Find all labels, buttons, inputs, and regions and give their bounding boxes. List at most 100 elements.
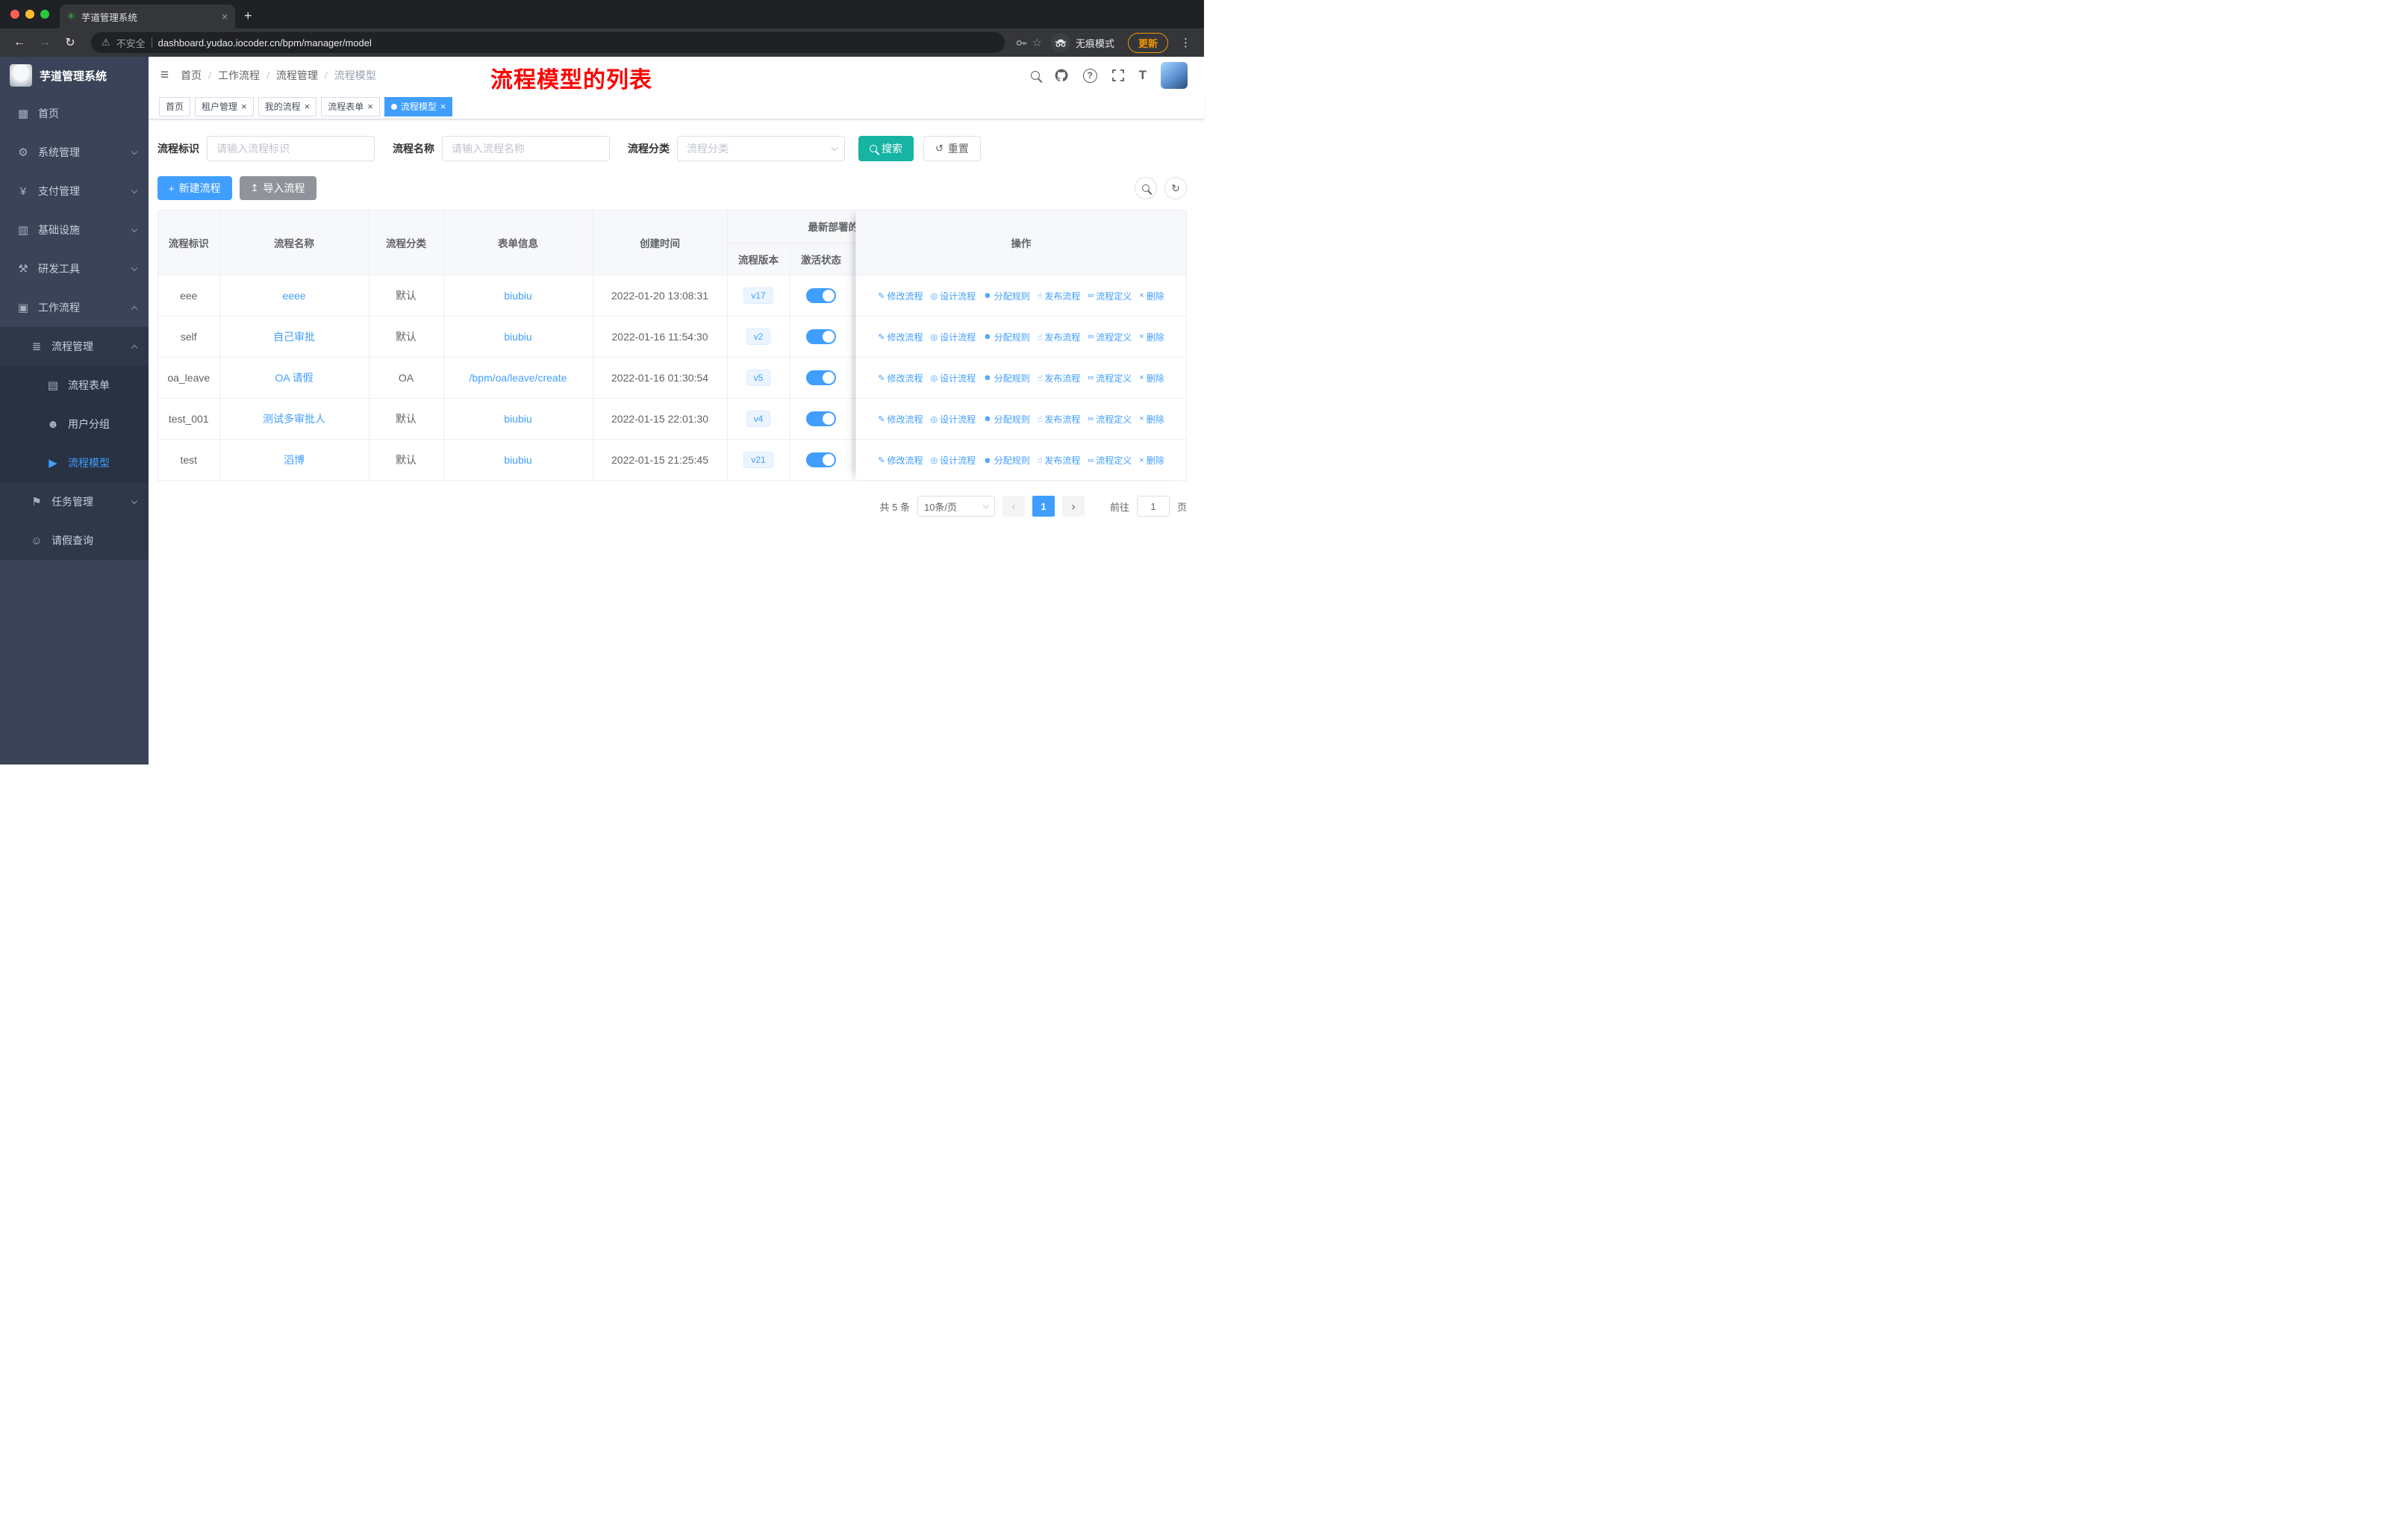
reset-button[interactable]: ↺ 重置 [923, 136, 981, 161]
breadcrumb-item[interactable]: 首页 [181, 68, 202, 83]
create-process-button[interactable]: + 新建流程 [157, 176, 232, 200]
sidebar-item-user-group[interactable]: ☻ 用户分组 [0, 405, 149, 443]
user-avatar[interactable] [1161, 62, 1188, 89]
active-toggle[interactable] [806, 287, 836, 303]
form-link[interactable]: biubiu [504, 454, 531, 466]
publish-process-link[interactable]: ☝ 发布流程 [1038, 331, 1081, 343]
process-name-link[interactable]: OA 请假 [275, 372, 313, 384]
publish-process-link[interactable]: ☝ 发布流程 [1038, 413, 1081, 426]
current-page-button[interactable]: 1 [1032, 496, 1055, 517]
design-process-link[interactable]: ◎ 设计流程 [930, 413, 976, 426]
active-toggle[interactable] [806, 328, 836, 344]
sidebar-item-process-form[interactable]: ▤ 流程表单 [0, 366, 149, 405]
process-definition-link[interactable]: ∞ 流程定义 [1088, 372, 1132, 384]
process-definition-link[interactable]: ∞ 流程定义 [1088, 413, 1132, 426]
help-icon[interactable]: ? [1082, 68, 1097, 83]
assign-rule-link[interactable]: ☻ 分配规则 [983, 454, 1030, 467]
process-name-input[interactable] [442, 136, 610, 161]
assign-rule-link[interactable]: ☻ 分配规则 [983, 290, 1030, 302]
process-name-link[interactable]: 自己审批 [273, 331, 315, 343]
design-process-link[interactable]: ◎ 设计流程 [930, 372, 976, 384]
modify-process-link[interactable]: ✎ 修改流程 [878, 413, 923, 426]
tab-my-process[interactable]: 我的流程 × [258, 96, 317, 116]
form-link[interactable]: biubiu [504, 413, 531, 425]
close-icon[interactable]: × [367, 101, 373, 112]
publish-process-link[interactable]: ☝ 发布流程 [1038, 290, 1081, 302]
hamburger-icon[interactable]: ≡ [160, 67, 169, 84]
update-button[interactable]: 更新 [1127, 32, 1168, 53]
refresh-button[interactable]: ↻ [1164, 177, 1187, 199]
delete-link[interactable]: × 删除 [1139, 290, 1164, 302]
modify-process-link[interactable]: ✎ 修改流程 [878, 454, 923, 467]
process-key-input[interactable] [207, 136, 375, 161]
tab-process-form[interactable]: 流程表单 × [321, 96, 380, 116]
publish-process-link[interactable]: ☝ 发布流程 [1038, 372, 1081, 384]
close-icon[interactable]: × [440, 101, 446, 112]
github-icon[interactable] [1054, 68, 1069, 83]
delete-link[interactable]: × 删除 [1139, 413, 1164, 426]
new-tab-button[interactable]: + [244, 8, 252, 24]
page-size-select[interactable]: 10条/页 [917, 496, 995, 517]
form-link[interactable]: biubiu [504, 290, 531, 302]
design-process-link[interactable]: ◎ 设计流程 [930, 290, 976, 302]
modify-process-link[interactable]: ✎ 修改流程 [878, 331, 923, 343]
assign-rule-link[interactable]: ☻ 分配规则 [983, 372, 1030, 384]
sidebar-item-process-model[interactable]: ▶ 流程模型 [0, 443, 149, 482]
goto-page-input[interactable] [1136, 496, 1170, 517]
sidebar-item-devtools[interactable]: ⚒ 研发工具 [0, 249, 149, 288]
delete-link[interactable]: × 删除 [1139, 331, 1164, 343]
process-definition-link[interactable]: ∞ 流程定义 [1088, 454, 1132, 467]
bookmark-star-icon[interactable]: ☆ [1032, 36, 1042, 49]
design-process-link[interactable]: ◎ 设计流程 [930, 331, 976, 343]
sidebar-item-leave-query[interactable]: ☺ 请假查询 [0, 521, 149, 560]
close-icon[interactable]: × [241, 101, 247, 112]
sidebar-item-system[interactable]: ⚙ 系统管理 [0, 133, 149, 172]
sidebar-item-task-manage[interactable]: ⚑ 任务管理 [0, 482, 149, 521]
process-name-link[interactable]: 测试多审批人 [263, 413, 325, 425]
search-icon[interactable] [1030, 71, 1040, 80]
tab-home[interactable]: 首页 [159, 96, 191, 116]
active-toggle[interactable] [806, 370, 836, 385]
minimize-window-button[interactable] [25, 10, 34, 19]
breadcrumb-item[interactable]: 流程管理 [276, 68, 318, 83]
modify-process-link[interactable]: ✎ 修改流程 [878, 290, 923, 302]
reload-icon[interactable]: ↻ [60, 32, 81, 53]
search-button[interactable]: 搜索 [858, 136, 914, 161]
breadcrumb-item[interactable]: 工作流程 [218, 68, 260, 83]
design-process-link[interactable]: ◎ 设计流程 [930, 454, 976, 467]
close-window-button[interactable] [10, 10, 19, 19]
font-size-icon[interactable]: T [1139, 68, 1147, 83]
process-name-link[interactable]: 滔博 [284, 454, 305, 466]
import-process-button[interactable]: ↥ 导入流程 [239, 176, 316, 200]
active-toggle[interactable] [806, 411, 836, 426]
modify-process-link[interactable]: ✎ 修改流程 [878, 372, 923, 384]
process-definition-link[interactable]: ∞ 流程定义 [1088, 331, 1132, 343]
sidebar-item-workflow[interactable]: ▣ 工作流程 [0, 288, 149, 327]
sidebar-item-infra[interactable]: ▥ 基础设施 [0, 211, 149, 249]
more-menu-icon[interactable]: ⋮ [1177, 36, 1195, 49]
assign-rule-link[interactable]: ☻ 分配规则 [983, 413, 1030, 426]
key-icon[interactable] [1015, 37, 1028, 49]
publish-process-link[interactable]: ☝ 发布流程 [1038, 454, 1081, 467]
close-tab-icon[interactable]: × [222, 10, 228, 22]
delete-link[interactable]: × 删除 [1139, 454, 1164, 467]
fullscreen-icon[interactable] [1111, 69, 1125, 82]
assign-rule-link[interactable]: ☻ 分配规则 [983, 331, 1030, 343]
back-icon[interactable]: ← [9, 32, 30, 53]
tab-tenant[interactable]: 租户管理 × [195, 96, 254, 116]
sidebar-item-process-manage[interactable]: ≣ 流程管理 [0, 327, 149, 366]
sidebar-item-home[interactable]: ▦ 首页 [0, 94, 149, 133]
tab-process-model[interactable]: 流程模型 × [384, 96, 453, 116]
forward-icon[interactable]: → [34, 32, 55, 53]
process-name-link[interactable]: eeee [282, 290, 305, 302]
next-page-button[interactable]: › [1061, 496, 1085, 517]
url-bar[interactable]: ⚠ 不安全 dashboard.yudao.iocoder.cn/bpm/man… [91, 32, 1005, 53]
delete-link[interactable]: × 删除 [1139, 372, 1164, 384]
browser-tab[interactable]: ✳ 芋道管理系统 × [60, 4, 235, 28]
sidebar-item-payment[interactable]: ¥ 支付管理 [0, 172, 149, 211]
logo[interactable]: 芋道管理系统 [0, 57, 149, 94]
close-icon[interactable]: × [305, 101, 311, 112]
prev-page-button[interactable]: ‹ [1002, 496, 1025, 517]
form-link[interactable]: biubiu [504, 331, 531, 343]
form-link[interactable]: /bpm/oa/leave/create [470, 372, 567, 384]
